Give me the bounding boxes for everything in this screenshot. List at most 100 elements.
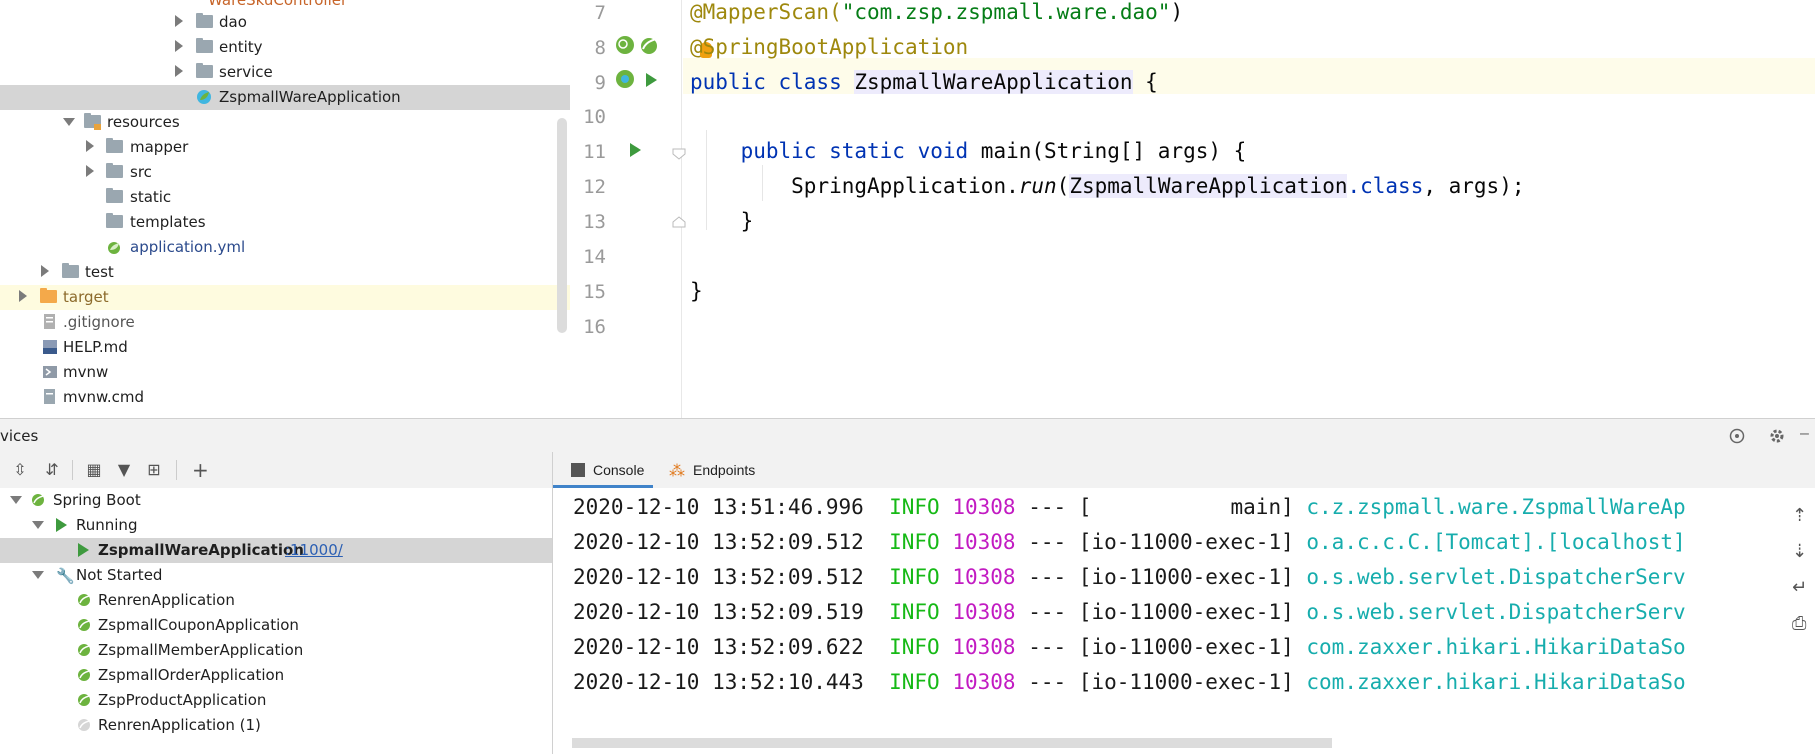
filter-icon[interactable]: ▼ xyxy=(116,462,132,478)
spring-boot-icon[interactable] xyxy=(614,68,636,90)
tree-item-test[interactable]: test xyxy=(0,260,570,285)
log-pid: 10308 xyxy=(952,635,1016,659)
fold-end-icon[interactable] xyxy=(672,216,686,228)
console-log-line: 2020-12-10 13:52:09.622 INFO 10308 --- [… xyxy=(573,635,1686,659)
expand-all-icon[interactable]: ⇳ xyxy=(12,462,28,478)
log-thread: [io-11000-exec-1] xyxy=(1078,670,1294,694)
expand-arrow-icon[interactable] xyxy=(19,290,27,302)
spring-app-icon xyxy=(78,669,90,681)
group-by-icon[interactable]: ▦ xyxy=(86,462,102,478)
tree-item-mvnw-cmd[interactable]: mvnw.cmd xyxy=(0,385,570,410)
log-thread: [ main] xyxy=(1078,495,1294,519)
line-number: 13 xyxy=(583,211,606,233)
tree-item-zspmall-ware-application[interactable]: ZspmallWareApplication xyxy=(0,85,570,110)
project-tree[interactable]: WareSkuController dao entity service Zsp… xyxy=(0,0,570,418)
collapse-all-icon[interactable]: ⇵ xyxy=(44,462,60,478)
tree-item-application-yml[interactable]: application.yml xyxy=(0,235,570,260)
collapse-arrow-icon[interactable] xyxy=(32,571,44,579)
tree-item-gitignore[interactable]: .gitignore xyxy=(0,310,570,335)
spring-boot-icon xyxy=(32,494,44,506)
spring-bean-icon[interactable] xyxy=(614,34,636,56)
console-horizontal-scrollbar[interactable] xyxy=(572,738,1332,748)
fold-icon[interactable] xyxy=(672,148,686,160)
tree-item-static[interactable]: static xyxy=(0,185,570,210)
log-pid: 10308 xyxy=(952,495,1016,519)
expand-arrow-icon[interactable] xyxy=(175,15,183,27)
shell-file-icon xyxy=(43,366,57,378)
code-line-9: public class ZspmallWareApplication { xyxy=(690,70,1158,94)
services-toolbar: ⇳ ⇵ ▦ ▼ ⊞ + xyxy=(0,452,553,489)
port-link[interactable]: :11000/ xyxy=(285,541,343,559)
run-main-icon[interactable] xyxy=(630,143,641,157)
gear-icon[interactable] xyxy=(1768,427,1786,445)
collapse-arrow-icon[interactable] xyxy=(63,118,75,126)
minimize-icon[interactable]: – xyxy=(1800,425,1809,443)
tree-item-dao[interactable]: dao xyxy=(0,10,570,35)
add-service-icon[interactable]: + xyxy=(192,460,209,480)
line-number: 12 xyxy=(583,176,606,198)
editor-gutter xyxy=(571,0,682,418)
console-side-toolbar[interactable]: ⇡ ⇣ ↵ ⎙ xyxy=(1792,498,1807,642)
service-item[interactable]: RenrenApplication (1) xyxy=(0,713,552,738)
new-tab-icon[interactable]: ⊞ xyxy=(146,462,162,478)
console-icon xyxy=(571,463,585,477)
folder-icon xyxy=(196,63,213,78)
tree-item-resources[interactable]: resources xyxy=(0,110,570,135)
cmd-file-icon xyxy=(44,389,55,404)
tree-item-mapper[interactable]: mapper xyxy=(0,135,570,160)
toolbar-divider xyxy=(176,460,177,480)
tree-item-help-md[interactable]: HELP.md xyxy=(0,335,570,360)
project-tree-scrollbar[interactable] xyxy=(557,118,567,333)
expand-arrow-icon[interactable] xyxy=(175,40,183,52)
log-logger: com.zaxxer.hikari.HikariDataSo xyxy=(1306,670,1686,694)
target-icon[interactable] xyxy=(1728,427,1746,445)
log-logger: o.s.web.servlet.DispatcherServ xyxy=(1306,600,1686,624)
expand-arrow-icon[interactable] xyxy=(86,140,94,152)
expand-arrow-icon[interactable] xyxy=(175,65,183,77)
folder-icon xyxy=(106,213,123,228)
tree-item-mvnw[interactable]: mvnw xyxy=(0,360,570,385)
collapse-arrow-icon[interactable] xyxy=(32,521,44,529)
log-separator: --- xyxy=(1028,495,1067,519)
gitignore-file-icon xyxy=(44,314,55,329)
tree-item-service[interactable]: service xyxy=(0,60,570,85)
service-group-not-started[interactable]: 🔧 Not Started xyxy=(0,563,552,588)
console-log-line: 2020-12-10 13:51:46.996 INFO 10308 --- [… xyxy=(573,495,1686,519)
log-thread: [io-11000-exec-1] xyxy=(1078,600,1294,624)
tree-item-target[interactable]: target xyxy=(0,285,570,310)
tree-item-src[interactable]: src xyxy=(0,160,570,185)
spring-app-disabled-icon xyxy=(78,719,90,731)
service-item[interactable]: RenrenApplication xyxy=(0,588,552,613)
service-root-spring-boot[interactable]: Spring Boot xyxy=(0,488,552,513)
services-tree[interactable]: Spring Boot Running ZspmallWareApplicati… xyxy=(0,488,553,754)
running-app-icon xyxy=(78,543,89,557)
tab-console[interactable]: Console xyxy=(553,452,653,488)
console-log-line: 2020-12-10 13:52:09.512 INFO 10308 --- [… xyxy=(573,565,1686,589)
service-item[interactable]: ZspmallOrderApplication xyxy=(0,663,552,688)
folder-icon xyxy=(106,188,123,203)
service-group-running[interactable]: Running xyxy=(0,513,552,538)
code-line-15: } xyxy=(690,279,703,303)
line-number: 15 xyxy=(583,281,606,303)
tree-item-templates[interactable]: templates xyxy=(0,210,570,235)
tree-item-entity[interactable]: entity xyxy=(0,35,570,60)
services-header: vices – xyxy=(0,418,1815,454)
code-line-8: @SpringBootApplication xyxy=(690,35,969,59)
spring-app-icon xyxy=(78,694,90,706)
expand-arrow-icon[interactable] xyxy=(86,165,94,177)
log-separator: --- xyxy=(1028,565,1067,589)
spring-config-icon[interactable] xyxy=(638,34,660,56)
expand-arrow-icon[interactable] xyxy=(41,265,49,277)
run-class-icon[interactable] xyxy=(646,73,657,87)
service-running-app[interactable]: ZspmallWareApplication :11000/ xyxy=(0,538,552,563)
collapse-arrow-icon[interactable] xyxy=(10,496,22,504)
service-item[interactable]: ZspmallMemberApplication xyxy=(0,638,552,663)
console-tabs: Console ⁂ Endpoints xyxy=(553,452,1815,489)
log-timestamp: 2020-12-10 13:51:46.996 xyxy=(573,495,864,519)
tab-endpoints[interactable]: ⁂ Endpoints xyxy=(663,452,773,488)
service-item[interactable]: ZspProductApplication xyxy=(0,688,552,713)
service-item[interactable]: ZspmallCouponApplication xyxy=(0,613,552,638)
log-timestamp: 2020-12-10 13:52:09.519 xyxy=(573,600,864,624)
code-line-12: SpringApplication.run(ZspmallWareApplica… xyxy=(791,174,1525,198)
log-pid: 10308 xyxy=(952,530,1016,554)
